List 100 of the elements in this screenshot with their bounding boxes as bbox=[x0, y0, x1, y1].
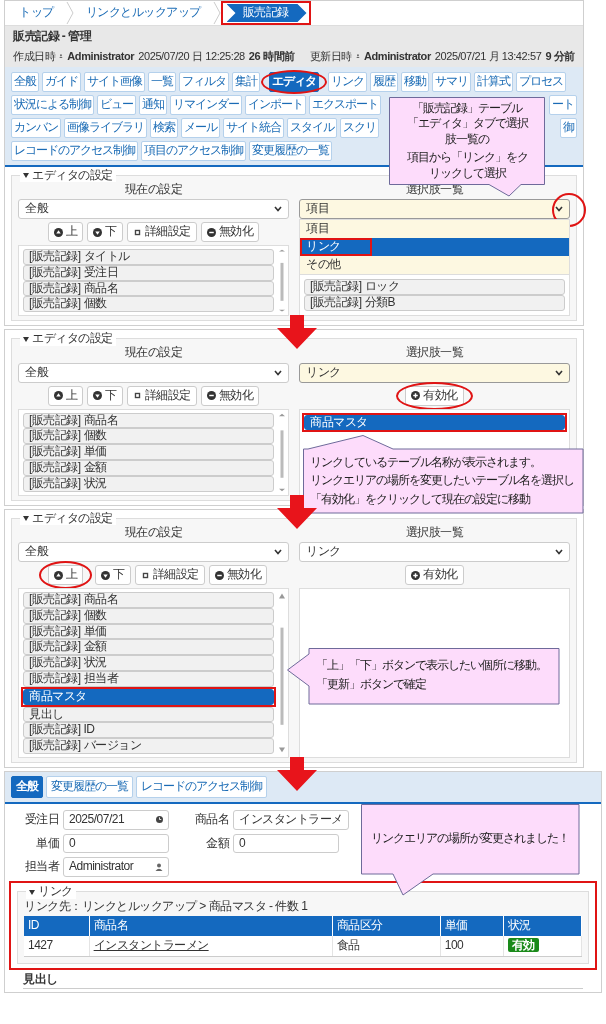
list-item[interactable]: [販売記録] 商品名 bbox=[23, 591, 274, 608]
dropdown-select[interactable]: 全般 bbox=[18, 199, 289, 220]
list-item[interactable]: [販売記録] ID bbox=[23, 722, 274, 739]
move-down-button[interactable]: 下 bbox=[87, 222, 123, 242]
disable-button[interactable]: 無効化 bbox=[200, 222, 260, 242]
tab[interactable]: ート bbox=[549, 95, 577, 116]
enable-button[interactable]: 有効化 bbox=[405, 565, 464, 585]
move-up-button[interactable]: 上 bbox=[47, 565, 84, 585]
chevron-down-icon bbox=[555, 369, 563, 376]
dropdown-select[interactable]: 項目 bbox=[299, 199, 570, 220]
list-item[interactable]: [販売記録] 商品名 bbox=[23, 412, 274, 429]
details-button[interactable]: 詳細設定 bbox=[126, 385, 197, 406]
field-label: 商品名 bbox=[193, 812, 229, 827]
tab[interactable]: 全般 bbox=[11, 775, 43, 798]
down-circle-icon bbox=[93, 391, 103, 401]
disable-button[interactable]: 無効化 bbox=[208, 565, 268, 585]
collapse-triangle-icon[interactable] bbox=[23, 336, 29, 342]
dropdown-option[interactable]: その他 bbox=[300, 255, 569, 274]
move-down-button[interactable]: 下 bbox=[87, 385, 123, 406]
tab[interactable]: 集計 bbox=[232, 72, 260, 93]
tab[interactable]: 状況による制御 bbox=[11, 95, 94, 116]
tab[interactable]: リマインダー bbox=[170, 95, 242, 116]
table-cell: 100 bbox=[440, 935, 503, 956]
down-arrow-icon bbox=[277, 494, 317, 529]
record-link[interactable]: インスタントラーメン bbox=[93, 937, 209, 952]
timestamp: 2025/07/20 日 12:25:28 bbox=[138, 49, 245, 63]
text-field[interactable]: 0 bbox=[233, 833, 339, 854]
user-field[interactable]: Administrator bbox=[63, 857, 169, 878]
tab[interactable]: 一覧 bbox=[148, 72, 176, 93]
scrollbar[interactable] bbox=[278, 249, 286, 313]
tab[interactable]: サマリ bbox=[432, 72, 471, 93]
breadcrumb-link[interactable]: 販売記録 bbox=[226, 4, 307, 22]
tab[interactable]: 全般 bbox=[11, 72, 39, 93]
tab[interactable]: エディタ bbox=[269, 72, 319, 93]
tab[interactable]: フィルタ bbox=[179, 72, 229, 93]
tab[interactable]: サイト画像 bbox=[84, 72, 145, 93]
text-field[interactable]: 0 bbox=[63, 833, 169, 854]
square-icon bbox=[132, 227, 142, 237]
scrollbar[interactable] bbox=[278, 412, 286, 492]
relative-time: 26 時間前 bbox=[248, 49, 295, 63]
scrollbar[interactable] bbox=[278, 591, 286, 754]
column-header: 単価 bbox=[440, 915, 503, 936]
text-field[interactable]: インスタントラーメ bbox=[233, 809, 349, 830]
date-field[interactable]: 2025/07/21 bbox=[63, 809, 169, 830]
callout-text: 項目から「リンク」をクリックして選択 bbox=[405, 150, 529, 182]
tab[interactable]: レコードのアクセス制御 bbox=[136, 775, 267, 798]
collapse-triangle-icon[interactable] bbox=[23, 515, 29, 521]
dropdown-select[interactable]: リンク bbox=[299, 542, 570, 563]
tab[interactable]: 変更履歴の一覧 bbox=[46, 775, 133, 798]
tab[interactable]: カンバン bbox=[11, 118, 61, 138]
list-item[interactable]: [販売記録] 個数 bbox=[23, 428, 274, 445]
enable-button[interactable]: 有効化 bbox=[405, 385, 464, 406]
breadcrumb-link[interactable]: リンクとルックアップ bbox=[79, 6, 207, 20]
tab[interactable]: 移動 bbox=[401, 72, 429, 93]
breadcrumb-link[interactable]: トップ bbox=[13, 6, 60, 20]
list-item[interactable]: [販売記録] 分類B bbox=[304, 295, 565, 311]
list-item[interactable]: [販売記録] 個数 bbox=[23, 296, 274, 313]
tab[interactable]: サイト統合 bbox=[223, 118, 284, 138]
details-button[interactable]: 詳細設定 bbox=[126, 222, 197, 242]
dropdown-select[interactable]: 全般 bbox=[18, 542, 289, 563]
list-item[interactable]: [販売記録] タイトル bbox=[23, 249, 274, 265]
tab[interactable]: 計算式 bbox=[474, 72, 513, 93]
tab[interactable]: 御 bbox=[560, 118, 577, 138]
tab[interactable]: スクリ bbox=[340, 118, 379, 138]
tab[interactable]: 履歴 bbox=[370, 72, 398, 93]
move-down-button[interactable]: 下 bbox=[95, 565, 131, 585]
tab[interactable]: ビュー bbox=[97, 95, 136, 116]
tab[interactable]: レコードのアクセス制御 bbox=[11, 140, 138, 161]
user-name: Administrator bbox=[363, 49, 431, 63]
details-button[interactable]: 詳細設定 bbox=[134, 565, 205, 585]
tab[interactable]: 画像ライブラリ bbox=[64, 118, 147, 138]
tab[interactable]: 通知 bbox=[139, 95, 167, 116]
dropdown-select[interactable]: 全般 bbox=[18, 363, 289, 383]
move-up-button[interactable]: 上 bbox=[47, 385, 84, 406]
collapse-triangle-icon[interactable] bbox=[29, 889, 35, 895]
disable-button[interactable]: 無効化 bbox=[200, 385, 260, 406]
down-arrow-icon bbox=[277, 315, 317, 350]
tab[interactable]: ガイド bbox=[42, 72, 81, 93]
list-item[interactable]: [販売記録] 状況 bbox=[23, 655, 274, 671]
tab[interactable]: スタイル bbox=[287, 118, 337, 138]
list-item[interactable]: [販売記録] バージョン bbox=[23, 738, 274, 754]
collapse-triangle-icon[interactable] bbox=[23, 173, 29, 178]
tab[interactable]: エクスポート bbox=[309, 95, 381, 116]
dropdown-option[interactable]: 項目 bbox=[300, 220, 569, 238]
dropdown-option[interactable]: リンク bbox=[300, 238, 569, 256]
column-header: 状況 bbox=[503, 915, 582, 936]
list-item[interactable]: [販売記録] 金額 bbox=[23, 639, 274, 656]
list-item[interactable]: [販売記録] ロック bbox=[304, 279, 565, 295]
list-item[interactable]: [販売記録] 単価 bbox=[23, 444, 274, 460]
tab[interactable]: リンク bbox=[328, 72, 367, 93]
callout-text: 「有効化」をクリックして現在の設定に移動 bbox=[310, 492, 530, 508]
move-up-button[interactable]: 上 bbox=[47, 222, 84, 242]
tab[interactable]: メール bbox=[181, 118, 220, 138]
field-label: 金額 bbox=[205, 836, 229, 851]
tab[interactable]: 検索 bbox=[150, 118, 178, 138]
dropdown-select[interactable]: リンク bbox=[299, 363, 570, 383]
tab[interactable]: 項目のアクセス制御 bbox=[141, 140, 246, 161]
tab[interactable]: プロセス bbox=[516, 72, 566, 93]
tab[interactable]: 変更履歴の一覧 bbox=[249, 140, 332, 161]
tab[interactable]: インポート bbox=[245, 95, 306, 116]
